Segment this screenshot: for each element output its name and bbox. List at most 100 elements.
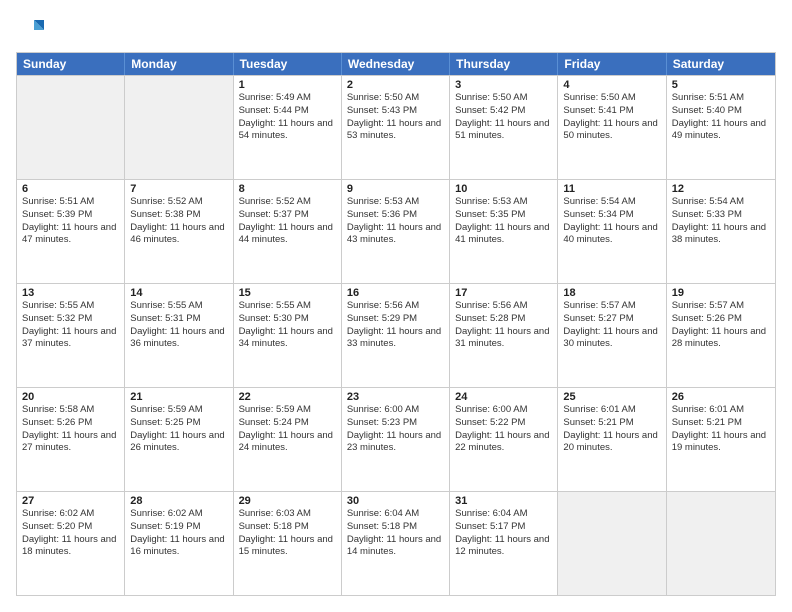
day-number: 27 xyxy=(22,495,119,507)
sunset-text: Sunset: 5:31 PM xyxy=(130,313,227,326)
sunset-text: Sunset: 5:26 PM xyxy=(672,313,770,326)
sunset-text: Sunset: 5:43 PM xyxy=(347,105,444,118)
sunset-text: Sunset: 5:20 PM xyxy=(22,521,119,534)
calendar-cell: 22Sunrise: 5:59 AMSunset: 5:24 PMDayligh… xyxy=(234,388,342,491)
sunset-text: Sunset: 5:38 PM xyxy=(130,209,227,222)
sunset-text: Sunset: 5:35 PM xyxy=(455,209,552,222)
calendar-cell: 23Sunrise: 6:00 AMSunset: 5:23 PMDayligh… xyxy=(342,388,450,491)
day-number: 21 xyxy=(130,391,227,403)
calendar: SundayMondayTuesdayWednesdayThursdayFrid… xyxy=(16,52,776,596)
page: SundayMondayTuesdayWednesdayThursdayFrid… xyxy=(0,0,792,612)
calendar-cell: 20Sunrise: 5:58 AMSunset: 5:26 PMDayligh… xyxy=(17,388,125,491)
calendar-cell xyxy=(17,76,125,179)
sunrise-text: Sunrise: 5:50 AM xyxy=(563,92,660,105)
sunset-text: Sunset: 5:18 PM xyxy=(239,521,336,534)
sunrise-text: Sunrise: 5:49 AM xyxy=(239,92,336,105)
day-number: 4 xyxy=(563,79,660,91)
calendar-cell xyxy=(667,492,775,595)
daylight-text: Daylight: 11 hours and 19 minutes. xyxy=(672,430,770,456)
day-number: 6 xyxy=(22,183,119,195)
daylight-text: Daylight: 11 hours and 12 minutes. xyxy=(455,534,552,560)
weekday-header: Friday xyxy=(558,53,666,75)
calendar-cell: 3Sunrise: 5:50 AMSunset: 5:42 PMDaylight… xyxy=(450,76,558,179)
sunrise-text: Sunrise: 5:53 AM xyxy=(455,196,552,209)
calendar-cell: 30Sunrise: 6:04 AMSunset: 5:18 PMDayligh… xyxy=(342,492,450,595)
day-number: 30 xyxy=(347,495,444,507)
sunset-text: Sunset: 5:19 PM xyxy=(130,521,227,534)
day-number: 20 xyxy=(22,391,119,403)
sunrise-text: Sunrise: 6:04 AM xyxy=(455,508,552,521)
sunrise-text: Sunrise: 5:59 AM xyxy=(130,404,227,417)
daylight-text: Daylight: 11 hours and 37 minutes. xyxy=(22,326,119,352)
sunset-text: Sunset: 5:18 PM xyxy=(347,521,444,534)
sunrise-text: Sunrise: 5:57 AM xyxy=(563,300,660,313)
header xyxy=(16,16,776,44)
logo xyxy=(16,16,48,44)
day-number: 28 xyxy=(130,495,227,507)
sunset-text: Sunset: 5:24 PM xyxy=(239,417,336,430)
calendar-cell: 31Sunrise: 6:04 AMSunset: 5:17 PMDayligh… xyxy=(450,492,558,595)
calendar-cell xyxy=(125,76,233,179)
calendar-cell: 28Sunrise: 6:02 AMSunset: 5:19 PMDayligh… xyxy=(125,492,233,595)
day-number: 26 xyxy=(672,391,770,403)
weekday-header: Monday xyxy=(125,53,233,75)
calendar-cell: 29Sunrise: 6:03 AMSunset: 5:18 PMDayligh… xyxy=(234,492,342,595)
calendar-cell: 18Sunrise: 5:57 AMSunset: 5:27 PMDayligh… xyxy=(558,284,666,387)
sunrise-text: Sunrise: 5:54 AM xyxy=(563,196,660,209)
day-number: 24 xyxy=(455,391,552,403)
calendar-cell: 26Sunrise: 6:01 AMSunset: 5:21 PMDayligh… xyxy=(667,388,775,491)
daylight-text: Daylight: 11 hours and 36 minutes. xyxy=(130,326,227,352)
weekday-header: Wednesday xyxy=(342,53,450,75)
day-number: 9 xyxy=(347,183,444,195)
weekday-header: Sunday xyxy=(17,53,125,75)
daylight-text: Daylight: 11 hours and 51 minutes. xyxy=(455,118,552,144)
day-number: 1 xyxy=(239,79,336,91)
day-number: 11 xyxy=(563,183,660,195)
day-number: 29 xyxy=(239,495,336,507)
calendar-cell: 27Sunrise: 6:02 AMSunset: 5:20 PMDayligh… xyxy=(17,492,125,595)
calendar-cell xyxy=(558,492,666,595)
sunset-text: Sunset: 5:39 PM xyxy=(22,209,119,222)
calendar-cell: 25Sunrise: 6:01 AMSunset: 5:21 PMDayligh… xyxy=(558,388,666,491)
calendar-cell: 17Sunrise: 5:56 AMSunset: 5:28 PMDayligh… xyxy=(450,284,558,387)
calendar-header: SundayMondayTuesdayWednesdayThursdayFrid… xyxy=(17,53,775,75)
sunset-text: Sunset: 5:33 PM xyxy=(672,209,770,222)
calendar-cell: 4Sunrise: 5:50 AMSunset: 5:41 PMDaylight… xyxy=(558,76,666,179)
sunrise-text: Sunrise: 5:59 AM xyxy=(239,404,336,417)
daylight-text: Daylight: 11 hours and 46 minutes. xyxy=(130,222,227,248)
sunrise-text: Sunrise: 6:04 AM xyxy=(347,508,444,521)
daylight-text: Daylight: 11 hours and 53 minutes. xyxy=(347,118,444,144)
sunset-text: Sunset: 5:25 PM xyxy=(130,417,227,430)
calendar-row: 27Sunrise: 6:02 AMSunset: 5:20 PM Dayligh… xyxy=(17,491,775,595)
day-number: 31 xyxy=(455,495,552,507)
sunrise-text: Sunrise: 6:02 AM xyxy=(22,508,119,521)
sunrise-text: Sunrise: 6:03 AM xyxy=(239,508,336,521)
day-number: 23 xyxy=(347,391,444,403)
calendar-cell: 8Sunrise: 5:52 AMSunset: 5:37 PMDaylight… xyxy=(234,180,342,283)
sunrise-text: Sunrise: 5:52 AM xyxy=(130,196,227,209)
day-number: 3 xyxy=(455,79,552,91)
daylight-text: Daylight: 11 hours and 28 minutes. xyxy=(672,326,770,352)
sunrise-text: Sunrise: 6:01 AM xyxy=(672,404,770,417)
sunset-text: Sunset: 5:42 PM xyxy=(455,105,552,118)
calendar-row: 6Sunrise: 5:51 AMSunset: 5:39 PMDaylight… xyxy=(17,179,775,283)
calendar-cell: 21Sunrise: 5:59 AMSunset: 5:25 PMDayligh… xyxy=(125,388,233,491)
sunrise-text: Sunrise: 5:58 AM xyxy=(22,404,119,417)
calendar-cell: 7Sunrise: 5:52 AMSunset: 5:38 PMDaylight… xyxy=(125,180,233,283)
sunrise-text: Sunrise: 5:51 AM xyxy=(672,92,770,105)
calendar-cell: 19Sunrise: 5:57 AMSunset: 5:26 PMDayligh… xyxy=(667,284,775,387)
calendar-cell: 9Sunrise: 5:53 AMSunset: 5:36 PMDaylight… xyxy=(342,180,450,283)
calendar-row: 20Sunrise: 5:58 AMSunset: 5:26 PMDayligh… xyxy=(17,387,775,491)
calendar-cell: 6Sunrise: 5:51 AMSunset: 5:39 PMDaylight… xyxy=(17,180,125,283)
sunset-text: Sunset: 5:23 PM xyxy=(347,417,444,430)
day-number: 12 xyxy=(672,183,770,195)
daylight-text: Daylight: 11 hours and 15 minutes. xyxy=(239,534,336,560)
sunset-text: Sunset: 5:44 PM xyxy=(239,105,336,118)
sunrise-text: Sunrise: 5:50 AM xyxy=(455,92,552,105)
calendar-cell: 11Sunrise: 5:54 AMSunset: 5:34 PMDayligh… xyxy=(558,180,666,283)
sunset-text: Sunset: 5:27 PM xyxy=(563,313,660,326)
calendar-cell: 13Sunrise: 5:55 AMSunset: 5:32 PMDayligh… xyxy=(17,284,125,387)
daylight-text: Daylight: 11 hours and 16 minutes. xyxy=(130,534,227,560)
daylight-text: Daylight: 11 hours and 24 minutes. xyxy=(239,430,336,456)
daylight-text: Daylight: 11 hours and 33 minutes. xyxy=(347,326,444,352)
